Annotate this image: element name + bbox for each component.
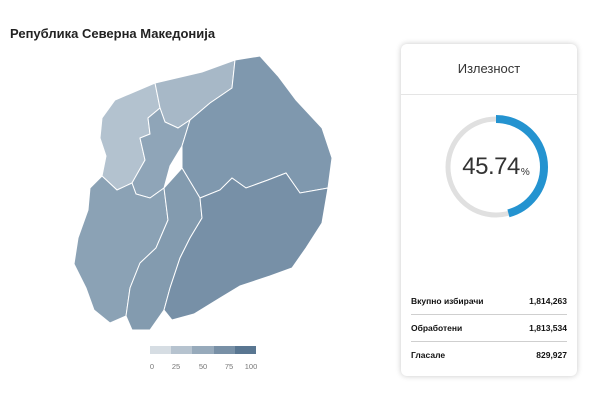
region-map <box>60 48 350 348</box>
legend-swatch <box>192 346 214 354</box>
page-title: Република Северна Македонија <box>10 26 216 41</box>
legend-ticks: 0 25 50 75 100 <box>149 362 258 374</box>
stat-label: Обработени <box>411 323 463 333</box>
stat-label: Вкупно избирачи <box>411 296 484 306</box>
legend-swatch <box>171 346 193 354</box>
stat-row-processed: Обработени 1,813,534 <box>411 315 567 342</box>
stat-label: Гласале <box>411 350 446 360</box>
stat-value: 829,927 <box>536 350 567 360</box>
legend-swatch <box>213 346 235 354</box>
legend-swatch <box>234 346 257 354</box>
stat-value: 1,813,534 <box>529 323 567 333</box>
legend-tick: 0 <box>149 362 155 371</box>
legend-swatch <box>150 346 172 354</box>
turnout-card: Излезност 45.74 % Вкупно избирачи 1,814,… <box>401 44 577 376</box>
stat-value: 1,814,263 <box>529 296 567 306</box>
gauge-value: 45.74 % <box>441 112 551 222</box>
stat-row-voted: Гласале 829,927 <box>411 342 567 368</box>
turnout-unit: % <box>520 166 530 178</box>
turnout-gauge: 45.74 % <box>441 112 551 222</box>
legend-color-scale <box>150 346 257 354</box>
legend-tick: 25 <box>171 362 181 371</box>
map-legend: 0 25 50 75 100 <box>149 346 258 374</box>
stats-list: Вкупно избирачи 1,814,263 Обработени 1,8… <box>411 288 567 368</box>
legend-tick: 50 <box>198 362 208 371</box>
legend-tick: 75 <box>224 362 234 371</box>
turnout-value: 45.74 <box>462 153 520 180</box>
stat-row-total-voters: Вкупно избирачи 1,814,263 <box>411 288 567 315</box>
legend-tick: 100 <box>244 362 258 371</box>
card-title: Излезност <box>401 44 577 95</box>
